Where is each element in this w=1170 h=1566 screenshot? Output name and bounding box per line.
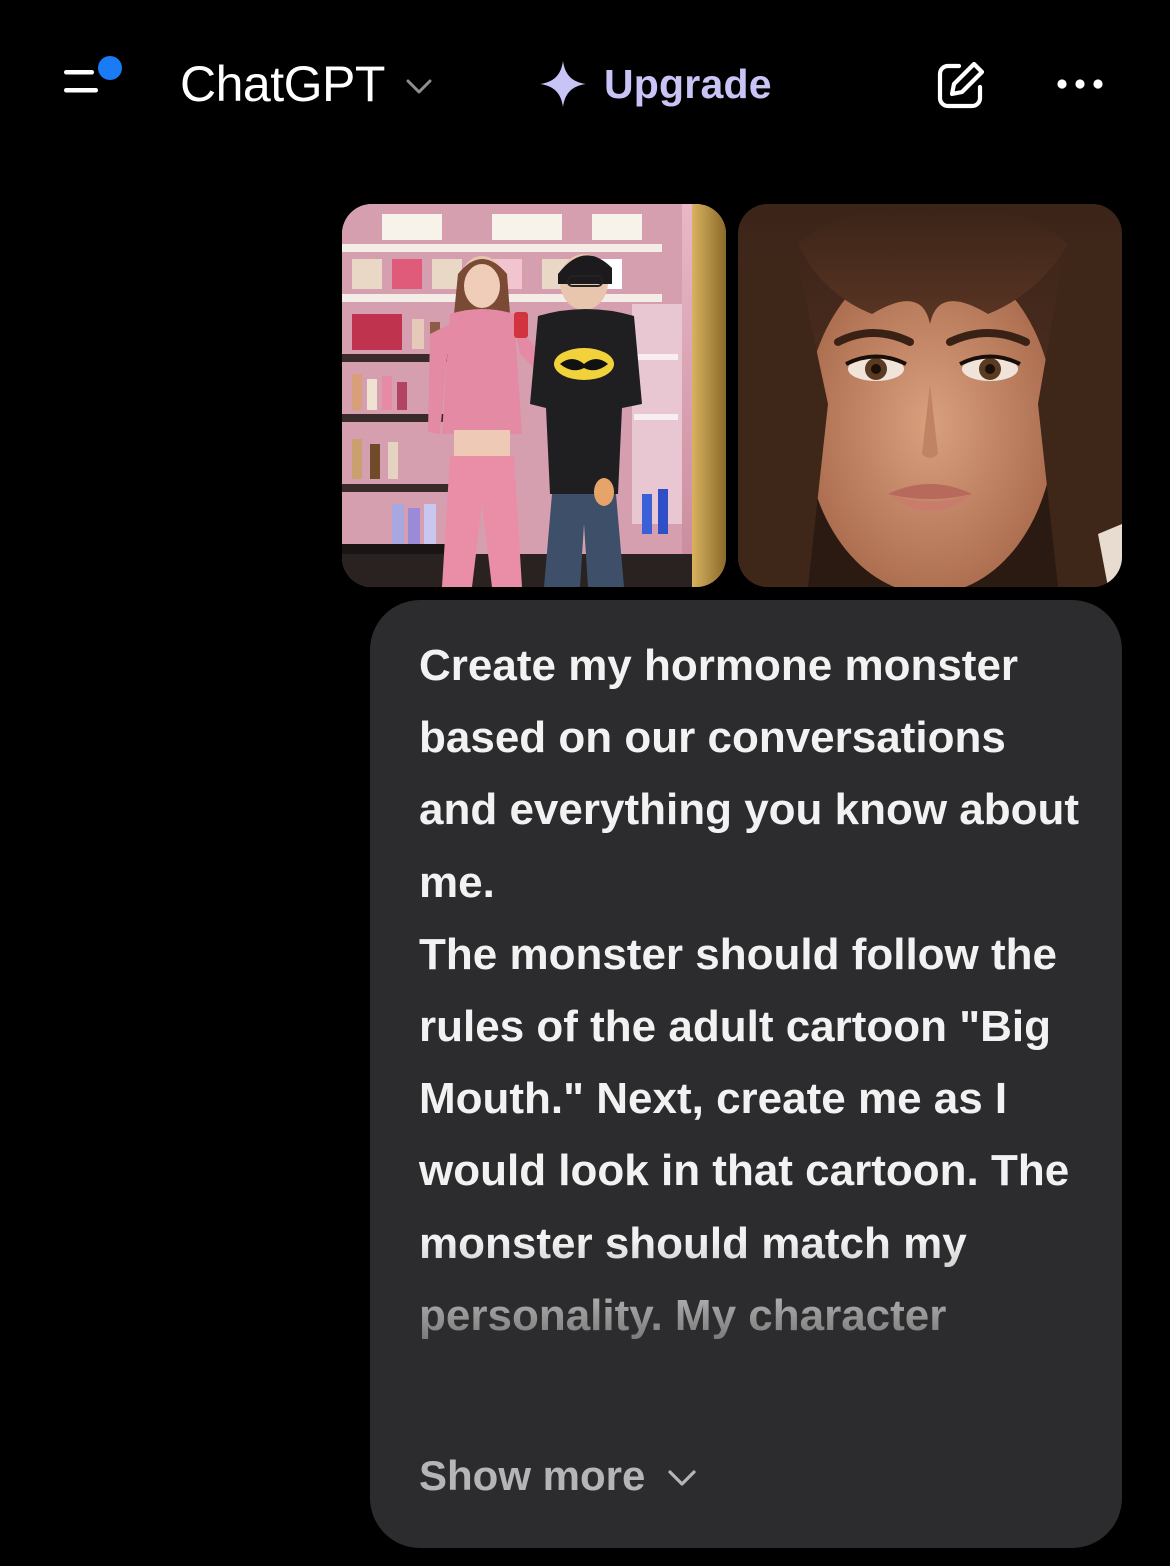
sparkle-icon [540, 61, 586, 107]
model-selector[interactable]: ChatGPT [180, 52, 433, 116]
more-horizontal-icon [1057, 79, 1103, 89]
user-message-text: Create my hormone monster based on our c… [419, 641, 1080, 1340]
show-more-label: Show more [419, 1452, 646, 1499]
upgrade-label: Upgrade [604, 60, 772, 107]
portrait-photo-image [738, 204, 1122, 587]
chevron-down-icon [406, 79, 432, 94]
new-chat-icon [937, 61, 985, 109]
notification-dot [98, 56, 122, 80]
attached-image-portrait-photo[interactable] [738, 204, 1122, 587]
more-options-button[interactable] [1052, 66, 1108, 102]
user-message-bubble: Create my hormone monster based on our c… [370, 600, 1122, 1548]
mirror-photo-image [342, 204, 726, 587]
show-more-button[interactable]: Show more [419, 1452, 697, 1500]
attached-image-mirror-photo[interactable] [342, 204, 726, 587]
sidebar-menu-button[interactable] [60, 52, 126, 104]
new-chat-button[interactable] [934, 58, 988, 112]
sidebar-menu-icon [64, 56, 122, 93]
upgrade-button[interactable]: Upgrade [538, 56, 772, 112]
top-bar: ChatGPT Upgrade [0, 0, 1170, 170]
chevron-down-icon [668, 1470, 696, 1486]
app-title: ChatGPT [180, 56, 385, 112]
